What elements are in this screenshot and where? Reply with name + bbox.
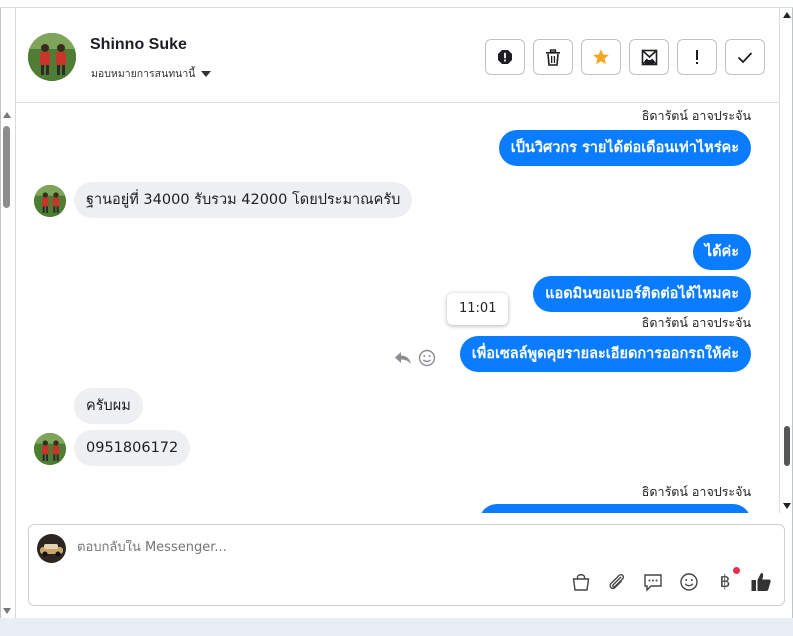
page-avatar — [37, 534, 66, 563]
quick-reply-button[interactable] — [642, 571, 664, 593]
scroll-up-arrow-icon[interactable] — [3, 112, 11, 118]
react-emoji-icon[interactable] — [418, 349, 436, 367]
scrollbar-thumb[interactable] — [3, 126, 10, 208]
avatar[interactable] — [34, 185, 66, 217]
divider — [779, 8, 780, 513]
outgoing-message[interactable]: เพื่อเซลล์พูดคุยรายละเอียดการออกรถให้ค่ะ — [459, 336, 751, 372]
paperclip-icon — [609, 573, 625, 590]
scrollbar-thumb[interactable] — [784, 426, 790, 466]
assign-label: มอบหมายการสนทนานี้ — [91, 68, 196, 80]
avatar[interactable] — [28, 33, 76, 81]
mark-unread-icon — [641, 49, 657, 65]
scroll-down-arrow-icon[interactable] — [783, 503, 791, 509]
emoji-button[interactable] — [678, 571, 700, 593]
reply-input[interactable] — [77, 540, 677, 555]
delete-button[interactable] — [533, 39, 573, 75]
header-actions — [485, 39, 765, 75]
emoji-icon — [680, 573, 698, 591]
sender-name: ธิดารัตน์ อาจประจัน — [641, 108, 751, 123]
scroll-up-arrow-icon[interactable] — [783, 12, 791, 18]
message-hover-actions — [394, 349, 436, 367]
message-list[interactable]: ธิดารัตน์ อาจประจัน เป็นวิศวกร รายได้ต่อ… — [16, 104, 779, 513]
left-scrollbar[interactable] — [0, 108, 14, 618]
trash-icon — [546, 48, 560, 66]
sender-name: ธิดารัตน์ อาจประจัน — [641, 315, 751, 330]
star-icon — [593, 49, 609, 65]
mark-spam-button[interactable] — [677, 39, 717, 75]
reply-icon[interactable] — [394, 350, 412, 366]
outgoing-message[interactable]: ได้ค่ะ — [692, 234, 751, 270]
star-button[interactable] — [581, 39, 621, 75]
done-check-icon — [737, 51, 753, 63]
right-scrollbar[interactable] — [781, 8, 793, 513]
mark-done-button[interactable] — [725, 39, 765, 75]
sender-name: ธิดารัตน์ อาจประจัน — [641, 484, 751, 499]
incoming-message[interactable]: ครับผม — [74, 388, 143, 424]
chevron-down-icon — [201, 70, 212, 77]
incoming-message[interactable]: ฐานอยู่ที่ 34000 รับรวม 42000 โดยประมาณค… — [74, 182, 413, 218]
quick-reply-icon — [644, 574, 662, 592]
contact-name: Shinno Suke — [90, 36, 187, 53]
composer-toolbar: ฿ — [570, 567, 772, 593]
outgoing-message[interactable]: แอดมินขอเบอร์ติดต่อได้ไหมคะ — [533, 276, 751, 312]
mark-unread-button[interactable] — [629, 39, 669, 75]
payment-button[interactable]: ฿ — [714, 567, 740, 593]
like-button[interactable] — [750, 571, 772, 593]
mark-spam-icon — [696, 50, 698, 64]
outgoing-message[interactable] — [479, 504, 751, 513]
attach-button[interactable] — [606, 571, 628, 593]
thumbs-up-icon — [751, 573, 771, 591]
timestamp-tooltip: 11:01 — [447, 293, 509, 325]
reply-composer: ฿ — [28, 524, 785, 606]
avatar[interactable] — [34, 433, 66, 465]
outgoing-message[interactable]: เป็นวิศวกร รายได้ต่อเดือนเท่าไหร่คะ — [498, 130, 751, 166]
assign-conversation-dropdown[interactable]: มอบหมายการสนทนานี้ — [91, 65, 212, 82]
baht-icon: ฿ — [719, 572, 731, 592]
conversation-header: Shinno Suke มอบหมายการสนทนานี้ — [16, 9, 779, 103]
incoming-message[interactable]: 0951806172 — [74, 430, 191, 466]
page-footer-strip — [0, 618, 793, 636]
scroll-down-arrow-icon[interactable] — [3, 608, 11, 614]
top-bar — [0, 0, 793, 8]
report-icon — [498, 50, 512, 64]
report-button[interactable] — [485, 39, 525, 75]
bag-icon — [572, 574, 590, 591]
bag-button[interactable] — [570, 571, 592, 593]
notification-dot — [733, 567, 740, 574]
